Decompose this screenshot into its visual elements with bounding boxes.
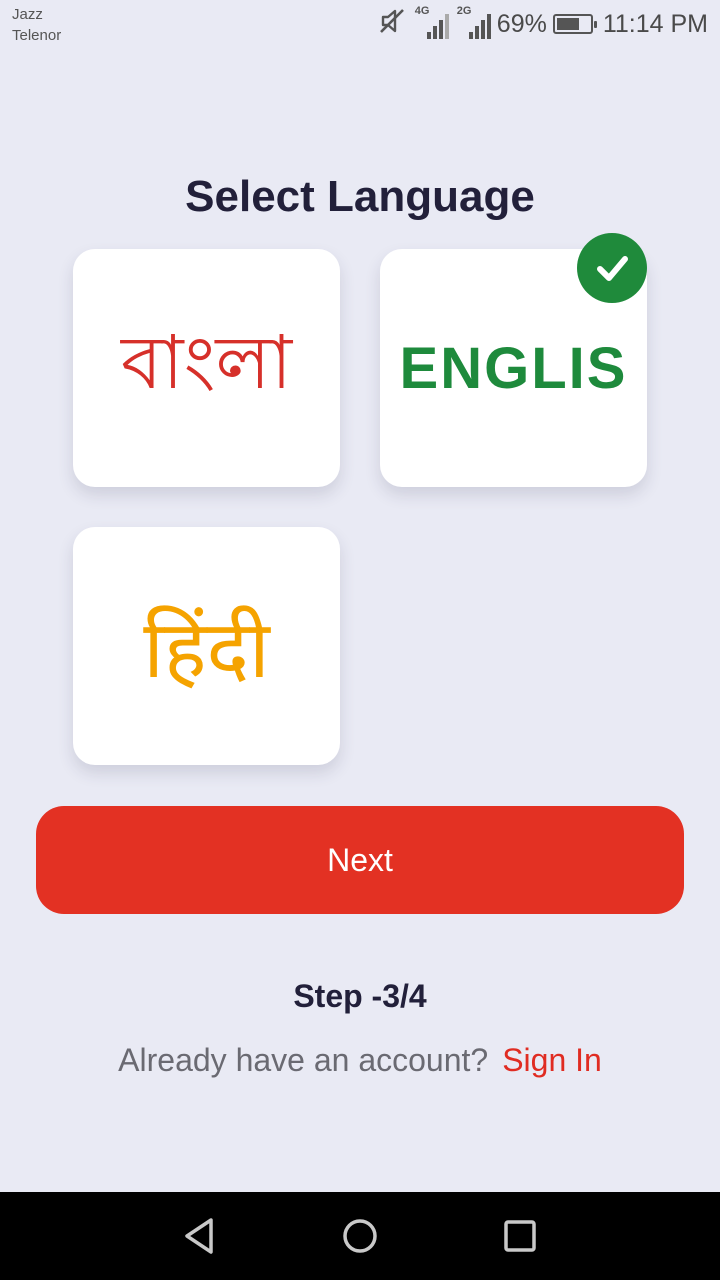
page-title: Select Language xyxy=(185,172,535,221)
recents-icon[interactable] xyxy=(492,1208,548,1264)
language-card-hindi[interactable]: हिंदी xyxy=(73,527,340,765)
battery-percent: 69% xyxy=(496,9,547,38)
back-icon[interactable] xyxy=(172,1208,228,1264)
language-label-hindi: हिंदी xyxy=(143,602,270,696)
language-label-english: ENGLIS xyxy=(399,335,628,401)
next-button[interactable]: Next xyxy=(36,806,684,914)
carrier-name-1: Jazz xyxy=(12,6,43,23)
signal-icon: 2G xyxy=(455,5,491,41)
navigation-bar xyxy=(0,1192,720,1280)
status-icons: 4G 2G 69% 11:14 PM xyxy=(377,5,708,43)
language-label-bangla: বাংলা xyxy=(120,319,293,406)
account-prompt: Already have an account? Sign In xyxy=(0,1042,720,1079)
mute-icon xyxy=(377,6,407,43)
home-icon[interactable] xyxy=(332,1208,388,1264)
carrier-name-2: Telenor xyxy=(12,27,62,44)
carrier-info: Jazz Telenor xyxy=(12,4,61,46)
sign-in-link[interactable]: Sign In xyxy=(502,1042,602,1078)
account-question: Already have an account? xyxy=(118,1042,489,1078)
check-circle-icon xyxy=(577,233,647,303)
battery-icon xyxy=(552,14,597,34)
clock: 11:14 PM xyxy=(602,9,708,38)
language-card-bangla[interactable]: বাংলা xyxy=(73,249,340,487)
status-bar: Jazz Telenor 4G 2G 69% 11:14 PM xyxy=(0,0,720,52)
signal-icon: 4G xyxy=(413,5,449,41)
step-indicator: Step -3/4 xyxy=(293,978,427,1014)
